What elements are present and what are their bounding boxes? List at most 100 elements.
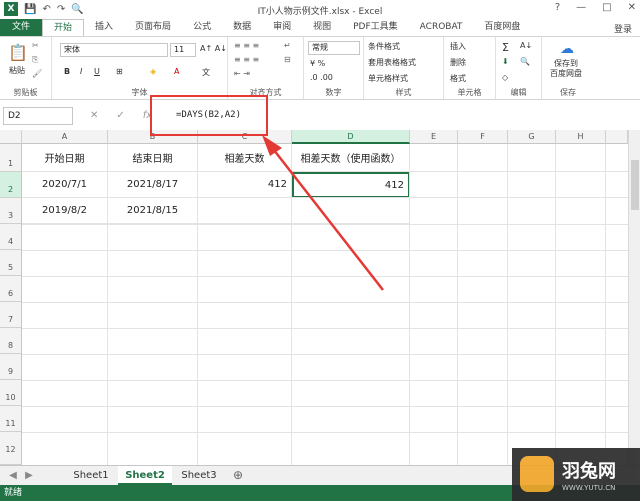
save-label: 保存 [560,88,576,97]
cell-a2[interactable]: 2020/7/1 [22,172,108,198]
autosum-icon[interactable]: Σ [502,41,509,54]
tab-page-layout[interactable]: 页面布局 [124,19,182,36]
cell-c2[interactable]: 412 [198,172,292,198]
currency-icon[interactable]: ¥ % [310,59,325,68]
cancel-icon[interactable]: ✕ [90,110,98,121]
font-color-icon[interactable]: A [174,67,179,76]
fill-icon[interactable]: ⬇ [502,57,509,66]
add-sheet-icon[interactable]: ⊕ [230,466,246,485]
cell-styles-button[interactable]: 单元格样式 [368,73,408,84]
tab-acrobat[interactable]: ACROBAT [409,19,474,36]
underline-icon[interactable]: U [94,67,100,76]
indent-icon[interactable]: ⇤ ⇥ [234,69,250,78]
tab-pdf-tools[interactable]: PDF工具集 [342,19,409,36]
paste-button[interactable]: 粘贴 [9,65,25,76]
grow-font-icon[interactable]: A↑ A↓ [200,44,227,53]
spreadsheet-grid[interactable]: A B C D E F G H 1 2 3 4 5 6 7 8 9 10 11 … [0,130,628,465]
bold-icon[interactable]: B [64,67,70,76]
row-header-2[interactable]: 2 [0,172,22,198]
insert-cells-button[interactable]: 插入 [450,41,466,52]
conditional-format-button[interactable]: 条件格式 [368,41,400,52]
tab-file[interactable]: 文件 [0,19,43,36]
cell-c3[interactable] [198,198,292,224]
sheet-tab-sheet1[interactable]: Sheet1 [64,466,118,485]
styles-label: 样式 [395,88,412,97]
column-header-d[interactable]: D [292,130,410,144]
row-header-5[interactable]: 5 [0,250,22,276]
sheet-tab-sheet2[interactable]: Sheet2 [118,466,172,485]
cell-b2[interactable]: 2021/8/17 [108,172,198,198]
decimal-icon[interactable]: .0 .00 [310,73,333,82]
align-left-icon[interactable]: ≡ ≡ ≡ [234,55,259,64]
baidu-cloud-icon[interactable]: ☁ [560,41,574,57]
cells-group: 插入 删除 格式 单元格 [444,37,496,99]
format-cells-button[interactable]: 格式 [450,73,466,84]
font-name-select[interactable]: 宋体 [60,43,168,57]
row-header-10[interactable]: 10 [0,380,22,406]
tab-view[interactable]: 视图 [302,19,342,36]
border-icon[interactable]: ⊞ [116,67,123,76]
vertical-scroll-thumb[interactable] [631,160,639,210]
tab-insert[interactable]: 插入 [84,19,124,36]
tab-review[interactable]: 审阅 [262,19,302,36]
row-header-3[interactable]: 3 [0,198,22,224]
scroll-left-icon[interactable]: ◀ [6,466,20,485]
tab-formulas[interactable]: 公式 [182,19,222,36]
cell-c1[interactable]: 相差天数 [198,144,292,172]
paste-icon[interactable]: 📋 [8,43,28,62]
merge-center-icon[interactable]: ⊟ [284,55,291,64]
minimize-button[interactable]: — [576,2,586,13]
tab-data[interactable]: 数据 [222,19,262,36]
cell-a3[interactable]: 2019/8/2 [22,198,108,224]
phonetic-icon[interactable]: 文 [202,67,210,78]
row-header-9[interactable]: 9 [0,354,22,380]
vertical-scrollbar[interactable] [628,130,640,465]
enter-icon[interactable]: ✓ [116,110,124,121]
cell-d3[interactable] [292,198,410,224]
format-painter-icon[interactable]: 🖌 [32,69,42,78]
help-button[interactable]: ? [555,2,560,13]
align-top-icon[interactable]: ≡ ≡ ≡ [234,41,259,50]
copy-icon[interactable]: ⎘ [32,55,38,65]
row-header-8[interactable]: 8 [0,328,22,354]
column-header-h[interactable]: H [556,130,606,144]
find-select-icon[interactable]: 🔍 [520,57,530,66]
cell-d1[interactable]: 相差天数（使用函数） [292,144,410,172]
cut-icon[interactable]: ✂ [32,41,39,50]
column-header-g[interactable]: G [508,130,556,144]
name-box[interactable]: D2 [3,107,73,125]
row-header-11[interactable]: 11 [0,406,22,432]
row-header-6[interactable]: 6 [0,276,22,302]
format-as-table-button[interactable]: 套用表格格式 [368,57,416,68]
delete-cells-button[interactable]: 删除 [450,57,466,68]
column-header-a[interactable]: A [22,130,108,144]
column-header-f[interactable]: F [458,130,508,144]
status-text: 就绪 [4,488,23,498]
editing-group: Σ ⬇ ◇ A↓ 🔍 编辑 [496,37,542,99]
row-header-1[interactable]: 1 [0,144,22,172]
scroll-right-icon[interactable]: ▶ [22,466,36,485]
column-header-e[interactable]: E [410,130,458,144]
fill-color-icon[interactable]: ◈ [150,67,156,76]
italic-icon[interactable]: I [80,67,82,76]
select-all-corner[interactable] [0,130,22,144]
cell-d2-selected[interactable]: 412 [292,172,410,198]
font-size-select[interactable]: 11 [170,43,196,57]
close-button[interactable]: ✕ [628,2,636,13]
row-header-7[interactable]: 7 [0,302,22,328]
row-header-12[interactable]: 12 [0,432,22,465]
cell-a1[interactable]: 开始日期 [22,144,108,172]
number-format-select[interactable]: 常规 [308,41,360,55]
sign-in-link[interactable]: 登录 [614,22,632,35]
cell-b3[interactable]: 2021/8/15 [108,198,198,224]
save-to-baidu-button[interactable]: 保存到 百度网盘 [550,59,582,79]
wrap-text-icon[interactable]: ↵ [284,41,291,50]
maximize-button[interactable]: □ [602,2,611,13]
tab-baidu-netdisk[interactable]: 百度网盘 [473,19,531,36]
cell-b1[interactable]: 结束日期 [108,144,198,172]
tab-home[interactable]: 开始 [42,19,85,36]
sheet-tab-sheet3[interactable]: Sheet3 [172,466,226,485]
row-header-4[interactable]: 4 [0,224,22,250]
clear-icon[interactable]: ◇ [502,73,508,82]
sort-filter-icon[interactable]: A↓ [520,41,532,50]
